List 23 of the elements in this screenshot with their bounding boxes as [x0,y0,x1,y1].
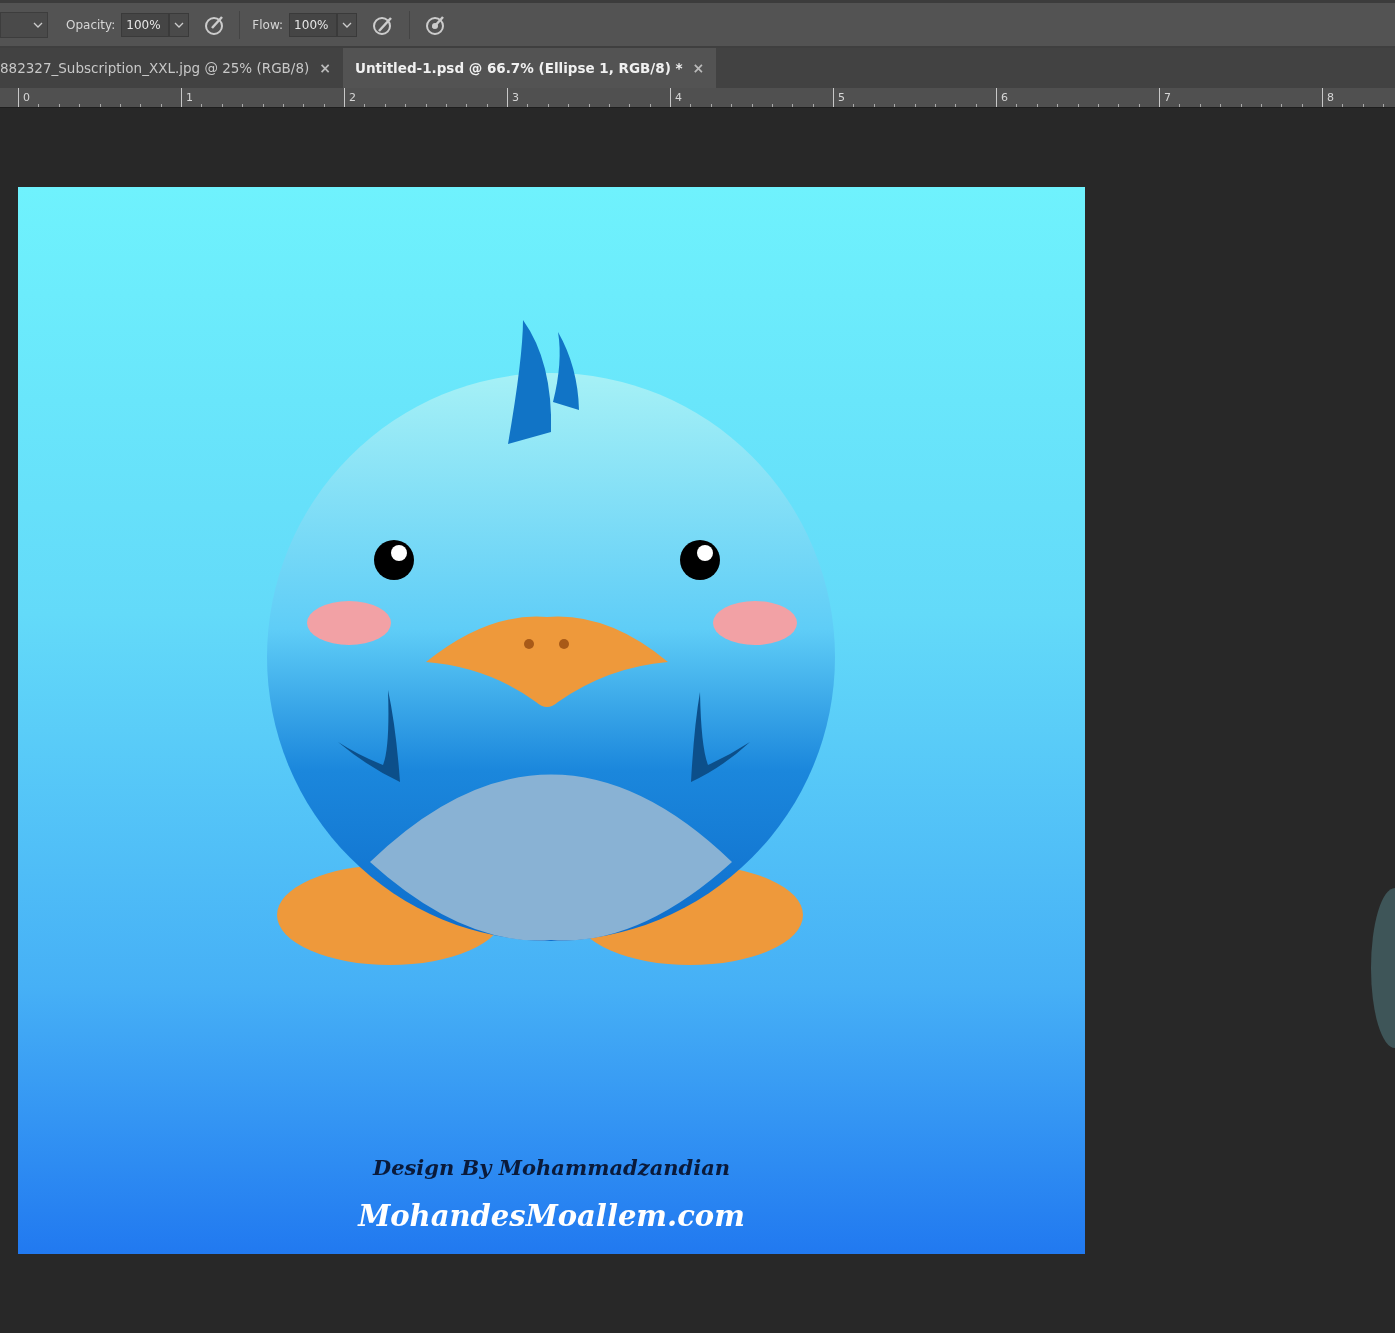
flow-label: Flow: [252,16,284,34]
ruler-label: 3 [512,91,519,104]
opacity-dropdown-button[interactable] [169,12,190,37]
credit-text: Design By Mohammadzandian [371,1154,732,1182]
ruler-label: 4 [675,91,682,104]
ruler-label: 1 [186,91,193,104]
ruler-label: 7 [1164,91,1171,104]
ruler-label: 6 [1001,91,1008,104]
ruler-label: 8 [1327,91,1334,104]
ruler-label: 5 [838,91,845,104]
ruler-label: 0 [23,91,30,104]
chevron-icon [33,21,43,28]
flow-field[interactable]: 100% [289,12,338,37]
opacity-label: Opacity: [66,16,116,34]
document-tab[interactable]: Untitled-1.psd @ 66.7% (Ellipse 1, RGB/8) * × [343,48,717,88]
website-text: MohandesMoallem.com [356,1198,746,1235]
opacity-field[interactable]: 100% [121,12,170,37]
flow-dropdown-button[interactable] [337,12,358,37]
ruler-label: 2 [349,91,356,104]
close-tab-button[interactable]: × [319,57,331,79]
chevron-icon [342,21,353,28]
close-tab-button[interactable]: × [692,57,705,79]
chevron-icon [174,21,185,28]
